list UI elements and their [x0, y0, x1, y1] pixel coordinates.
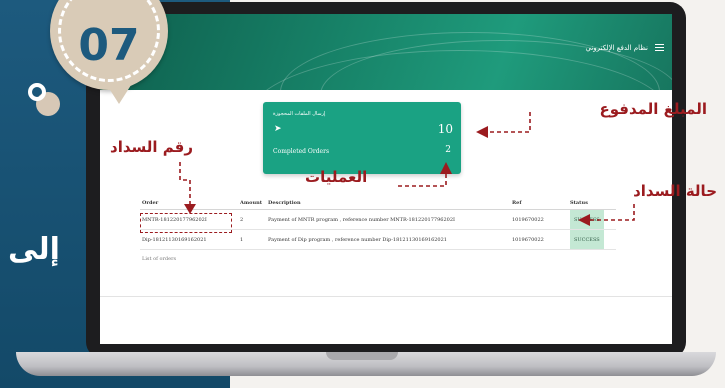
- laptop-notch: [326, 352, 398, 360]
- completed-orders-value: 2: [445, 145, 451, 155]
- status-cell: SUCCESS: [570, 230, 616, 249]
- card-arabic-label: إرسال الملفات المحجوزة: [273, 111, 326, 117]
- status-badge: SUCCESS: [570, 210, 604, 229]
- order-description: Payment of MNTR program , reference numb…: [268, 216, 455, 223]
- step-number: 07: [78, 19, 140, 71]
- hamburger-icon[interactable]: [655, 44, 664, 51]
- header-ref: Ref: [512, 199, 522, 206]
- completed-orders-label: Completed Orders: [273, 148, 330, 155]
- payment-ref-highlight: [140, 213, 232, 233]
- operations-annotation: العمليات: [305, 168, 368, 186]
- order-amount: 2: [240, 216, 244, 223]
- orders-footer-text: List of orders: [142, 256, 177, 262]
- payment-ref-annotation: رقم السداد: [110, 138, 193, 156]
- header-description: Description: [268, 199, 301, 206]
- order-amount: 1: [240, 236, 244, 243]
- partial-heading-text: إلى: [8, 232, 60, 267]
- header-order: Order: [142, 199, 159, 206]
- payment-status-annotation: حالة السداد: [633, 182, 717, 200]
- paper-plane-icon: ➤: [274, 124, 282, 134]
- status-cell: SUCCESS: [570, 210, 616, 229]
- orders-summary-card: إرسال الملفات المحجوزة ➤ 10 Completed Or…: [263, 102, 461, 174]
- order-ref: 1019670022: [512, 216, 544, 223]
- laptop-screen: نظام الدفع الإلكتروني إرسال الملفات المح…: [100, 14, 672, 344]
- order-ref: 1019670022: [512, 236, 544, 243]
- app-title: نظام الدفع الإلكتروني: [585, 44, 648, 52]
- table-header-row: Order Amount Description Ref Status: [140, 196, 616, 210]
- paid-count: 10: [437, 122, 453, 136]
- table-row[interactable]: Dip-18121130169162021 1 Payment of Dip p…: [140, 230, 616, 250]
- app-header: نظام الدفع الإلكتروني: [100, 14, 672, 90]
- header-status: Status: [570, 199, 588, 206]
- decorative-ring: [28, 83, 46, 101]
- order-description: Payment of Dip program , reference numbe…: [268, 236, 447, 243]
- content-divider: [100, 296, 672, 297]
- status-badge: SUCCESS: [570, 230, 604, 249]
- header-amount: Amount: [240, 199, 263, 206]
- step-badge-tail: [105, 82, 133, 104]
- paid-amount-annotation: المبلغ المدفوع: [599, 100, 707, 118]
